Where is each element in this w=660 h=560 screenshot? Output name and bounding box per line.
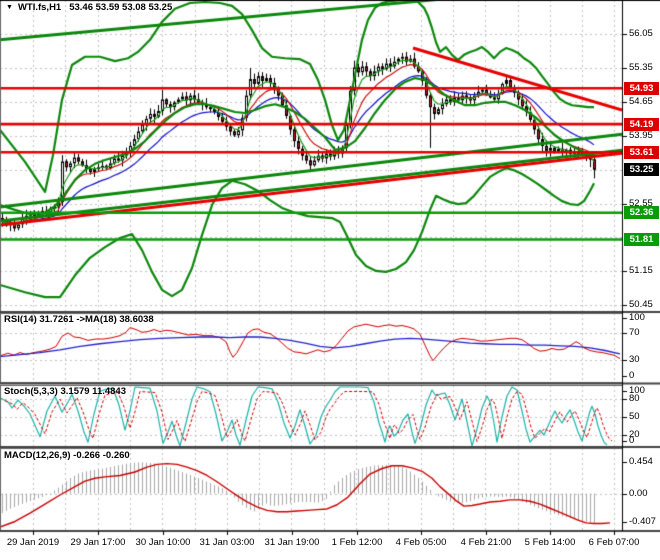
stoch-indicator-label: Stoch(5,3,3) 3.1579 11.4843 <box>4 386 126 397</box>
time-tick-label: 4 Feb 21:00 <box>460 537 512 548</box>
stoch-tick-label: 80 <box>629 393 640 404</box>
rsi-indicator-label: RSI(14) 31.7261 ->MA(18) 38.6038 <box>4 314 154 325</box>
current-price-badge: 53.25 <box>624 163 659 177</box>
time-tick-label: 31 Jan 03:00 <box>199 537 255 548</box>
time-tick-label: 29 Jan 17:00 <box>70 537 126 548</box>
price-level-badge: 52.36 <box>624 206 659 220</box>
price-tick-label: 51.15 <box>629 265 653 277</box>
time-tick-label: 29 Jan 2019 <box>6 537 60 548</box>
chart-window: ▼ WTI.fs,H1 53.46 53.59 53.08 53.25 RSI(14… <box>0 0 660 560</box>
stoch-tick-label: 50 <box>629 411 640 422</box>
rsi-tick-label: 100 <box>629 312 645 323</box>
symbol-dropdown-icon[interactable]: ▼ <box>6 4 13 11</box>
price-tick-label: 53.95 <box>629 129 653 141</box>
price-tick-label: 50.45 <box>629 299 653 311</box>
time-tick-label: 30 Jan 10:00 <box>135 537 191 548</box>
stoch-tick-label: 0 <box>629 435 635 446</box>
price-level-badge: 54.19 <box>624 117 659 131</box>
macd-indicator-label: MACD(12,26,9) -0.266 -0.260 <box>4 450 130 461</box>
price-level-badge: 53.61 <box>624 145 659 159</box>
rsi-tick-label: 30 <box>629 353 640 365</box>
price-level-badge: 51.81 <box>624 232 659 246</box>
macd-tick-label: 0.454 <box>629 455 653 467</box>
macd-tick-label: -0.407 <box>629 515 656 527</box>
macd-tick-label: 0.00 <box>629 487 648 499</box>
time-tick-label: 4 Feb 05:00 <box>395 537 447 548</box>
price-tick-label: 56.05 <box>629 28 653 39</box>
rsi-tick-label: 0 <box>629 370 635 381</box>
time-tick-label: 6 Feb 07:00 <box>588 537 640 548</box>
rsi-tick-label: 70 <box>629 326 640 338</box>
time-tick-label: 1 Feb 12:00 <box>331 537 383 548</box>
time-tick-label: 5 Feb 14:00 <box>524 537 576 548</box>
price-tick-label: 54.65 <box>629 95 653 107</box>
price-level-badge: 54.93 <box>624 81 659 95</box>
symbol-label: WTI.fs,H1 <box>17 2 62 13</box>
chart-title: ▼ WTI.fs,H1 53.46 53.59 53.08 53.25 <box>6 2 172 13</box>
chart-canvas[interactable] <box>0 0 660 560</box>
price-tick-label: 55.35 <box>629 61 653 73</box>
time-tick-label: 31 Jan 19:00 <box>264 537 320 548</box>
ohlc-values: 53.46 53.59 53.08 53.25 <box>69 2 173 13</box>
